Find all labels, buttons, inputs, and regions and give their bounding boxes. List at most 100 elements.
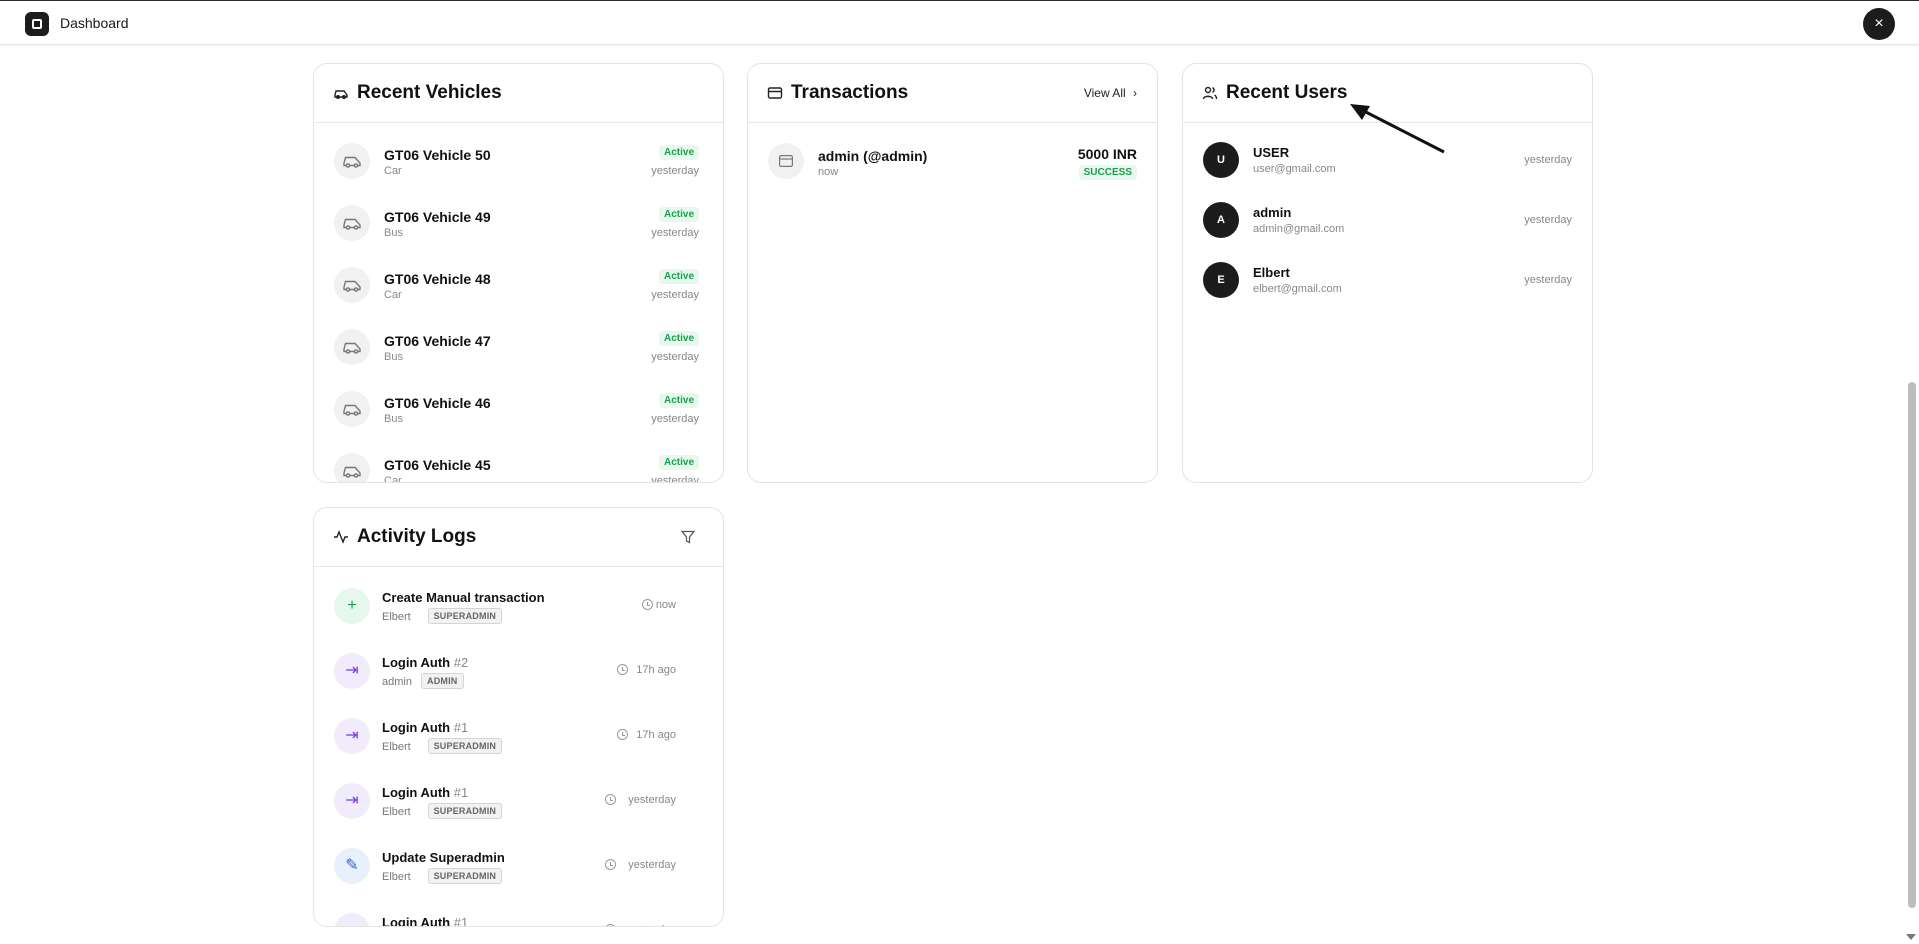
- vehicle-name: GT06 Vehicle 50: [384, 147, 491, 163]
- car-icon: [334, 267, 370, 303]
- vehicle-type: Bus: [384, 227, 403, 239]
- user-email: user@gmail.com: [1253, 163, 1336, 175]
- activity-icon: [334, 530, 348, 544]
- login-icon: ⇥: [334, 718, 370, 754]
- status-badge: Active: [658, 207, 699, 222]
- timestamp: 17h ago: [636, 664, 676, 676]
- timestamp: yesterday: [651, 475, 699, 482]
- filter-icon[interactable]: [681, 530, 695, 544]
- scroll-down-arrow-icon[interactable]: [1906, 934, 1916, 940]
- login-icon: ⇥: [334, 653, 370, 689]
- vehicle-name: GT06 Vehicle 46: [384, 395, 491, 411]
- user-name: Elbert: [1253, 265, 1290, 280]
- icon-glyph: +: [347, 597, 357, 614]
- vehicle-list-item[interactable]: GT06 Vehicle 45 Car Active yesterday: [314, 453, 723, 482]
- vehicle-name: GT06 Vehicle 48: [384, 271, 491, 287]
- activity-log-item[interactable]: ⇥ Login Auth #2 admin ADMIN 17h ago: [314, 653, 723, 718]
- status-badge: Active: [658, 455, 699, 470]
- user-name: USER: [1253, 145, 1290, 160]
- status-badge: SUCCESS: [1078, 165, 1137, 180]
- timestamp: yesterday: [651, 351, 699, 363]
- timestamp: yesterday: [651, 165, 699, 177]
- role-badge: SUPERADMIN: [427, 738, 503, 754]
- vehicle-list-item[interactable]: GT06 Vehicle 50 Car Active yesterday: [314, 143, 723, 205]
- log-action: Login Auth: [382, 720, 451, 735]
- clock-icon: [641, 599, 653, 610]
- credit-card-icon: [768, 143, 804, 179]
- timestamp: yesterday: [628, 859, 676, 871]
- transaction-list-item[interactable]: admin (@admin) now 5000 INR SUCCESS: [748, 143, 1157, 183]
- vehicle-list-item[interactable]: GT06 Vehicle 48 Car Active yesterday: [314, 267, 723, 329]
- log-action: Create Manual transaction: [382, 590, 545, 605]
- timestamp: yesterday: [651, 227, 699, 239]
- car-icon: [334, 205, 370, 241]
- transactions-card: Transactions View All › admin (@admin) no…: [747, 63, 1158, 483]
- status-badge: Active: [658, 145, 699, 160]
- user-name: admin: [1253, 205, 1292, 220]
- login-icon: ⇥: [334, 913, 370, 926]
- close-button[interactable]: ×: [1863, 8, 1895, 40]
- log-id: #2: [453, 655, 469, 670]
- timestamp: yesterday: [1524, 274, 1572, 286]
- card-header: Recent Vehicles: [314, 64, 723, 123]
- page-scrollbar[interactable]: [1908, 382, 1916, 908]
- log-user: Elbert: [382, 611, 411, 623]
- log-user: Elbert: [382, 806, 411, 818]
- view-all-label: View All: [1083, 86, 1126, 100]
- activity-log-item[interactable]: ✎ Update Superadmin Elbert SUPERADMIN yester…: [314, 848, 723, 913]
- view-all-link[interactable]: View All ›: [1084, 86, 1137, 100]
- clock-icon: [605, 859, 617, 870]
- vehicle-type: Bus: [384, 351, 403, 363]
- log-title: Login Auth #1: [382, 785, 468, 800]
- vehicle-list-item[interactable]: GT06 Vehicle 46 Bus Active yesterday: [314, 391, 723, 453]
- login-icon: ⇥: [334, 783, 370, 819]
- icon-glyph: ⇥: [334, 913, 370, 926]
- car-icon: [334, 143, 370, 179]
- user-email: admin@gmail.com: [1253, 223, 1345, 235]
- status-badge: Active: [658, 331, 699, 346]
- timestamp: yesterday: [1524, 154, 1572, 166]
- user-email: elbert@gmail.com: [1253, 283, 1342, 295]
- log-title: Login Auth #2: [382, 655, 468, 670]
- log-user: Elbert: [382, 741, 411, 753]
- vehicle-list-item[interactable]: GT06 Vehicle 47 Bus Active yesterday: [314, 329, 723, 391]
- vehicle-type: Car: [384, 289, 402, 301]
- role-badge: ADMIN: [421, 673, 464, 689]
- clock-icon: [617, 664, 629, 675]
- transaction-amount: 5000 INR: [1077, 146, 1137, 162]
- timestamp: yesterday: [628, 794, 676, 806]
- transaction-user: admin (@admin): [818, 148, 928, 164]
- user-list-item[interactable]: E Elbert elbert@gmail.com yesterday: [1183, 262, 1592, 312]
- user-list-item[interactable]: Aadmin admin@gmail.com yesterday: [1183, 202, 1592, 252]
- activity-log-item[interactable]: ⇥Login Auth #1ElbertSUPERADMINyesterday: [314, 913, 723, 926]
- role-badge: SUPERADMIN: [427, 803, 503, 819]
- vehicle-list-item[interactable]: GT06 Vehicle 49 Bus Active yesterday: [314, 205, 723, 267]
- activity-log-item[interactable]: ⇥ Login Auth #1 Elbert SUPERADMIN yesterday: [314, 783, 723, 848]
- icon-glyph: ⇥: [345, 792, 359, 809]
- vehicle-name: GT06 Vehicle 47: [384, 333, 491, 349]
- timestamp: yesterday: [651, 289, 699, 301]
- pencil-icon: ✎: [334, 848, 370, 884]
- activity-log-item[interactable]: ⇥ Login Auth #1 Elbert SUPERADMIN 17h ago: [314, 718, 723, 783]
- clock-icon: [605, 924, 617, 926]
- card-header: Activity Logs: [314, 508, 723, 567]
- log-action: Update Superadmin: [382, 850, 505, 865]
- users-icon: [1202, 86, 1218, 100]
- card-title: Transactions: [791, 82, 909, 103]
- log-title: Update Superadmin: [382, 850, 505, 865]
- activity-logs-card: Activity Logs + Create Manual transaction…: [313, 507, 724, 927]
- activity-log-item[interactable]: + Create Manual transaction Elbert SUPERADM…: [314, 588, 723, 653]
- status-badge: Active: [658, 393, 699, 408]
- role-badge: SUPERADMIN: [427, 868, 503, 884]
- log-id: #1: [453, 785, 469, 800]
- timestamp: now: [818, 166, 839, 178]
- log-action: Login Auth: [382, 785, 451, 800]
- avatar: U: [1203, 142, 1239, 178]
- log-id: #1: [453, 915, 469, 926]
- annotation-arrow-icon: [1350, 104, 1445, 154]
- timestamp: yesterday: [651, 413, 699, 425]
- avatar: E: [1203, 262, 1239, 298]
- icon-glyph: ⇥: [345, 727, 359, 744]
- chevron-right-icon: ›: [1133, 86, 1137, 100]
- card-title: Activity Logs: [357, 526, 477, 547]
